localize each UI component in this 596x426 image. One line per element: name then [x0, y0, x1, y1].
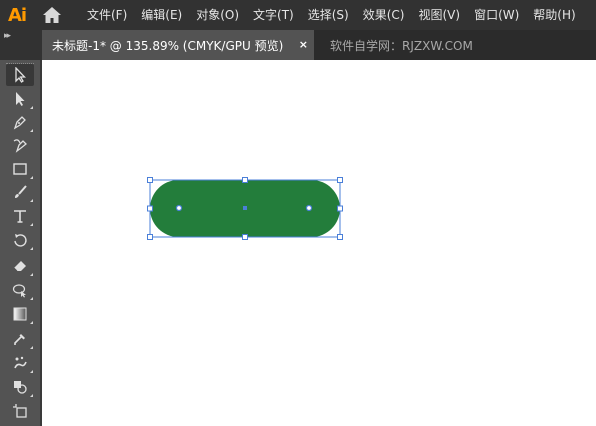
eyedropper-icon: [14, 334, 25, 345]
tool-puppet-warp[interactable]: [6, 279, 34, 301]
direct-selection-icon: [16, 92, 25, 106]
curvature-pen-icon: [13, 139, 27, 153]
rotate-icon: [14, 234, 27, 247]
menu-bar: Ai 文件(F) 编辑(E) 对象(O) 文字(T) 选择(S) 效果(C) 视…: [0, 0, 596, 30]
shape-builder-icon: [14, 381, 27, 394]
menu-type[interactable]: 文字(T): [246, 0, 301, 30]
double-chevron-right-icon: ▸▸: [4, 31, 11, 41]
tool-direct-selection[interactable]: [6, 88, 34, 110]
handle-bottom-middle[interactable]: [242, 234, 248, 240]
menu-window[interactable]: 窗口(W): [467, 0, 526, 30]
tab-active-document[interactable]: 未标题-1* @ 135.89% (CMYK/GPU 预览) ×: [42, 30, 314, 60]
symbol-sprayer-icon: [14, 356, 27, 369]
center-point: [243, 206, 247, 210]
paintbrush-icon: [15, 185, 27, 198]
tool-symbol-sprayer[interactable]: [6, 352, 34, 374]
tool-eyedropper[interactable]: [6, 328, 34, 350]
tool-paintbrush[interactable]: [6, 181, 34, 203]
pen-icon: [13, 116, 26, 130]
menu-edit[interactable]: 编辑(E): [134, 0, 189, 30]
tool-rectangle[interactable]: [6, 158, 34, 180]
artwork: [147, 177, 343, 240]
handle-top-left[interactable]: [147, 177, 153, 183]
tab-close-icon[interactable]: ×: [299, 38, 308, 51]
handle-top-middle[interactable]: [242, 177, 248, 183]
menu-effect[interactable]: 效果(C): [356, 0, 412, 30]
menu-file[interactable]: 文件(F): [80, 0, 134, 30]
handle-middle-left[interactable]: [147, 205, 153, 212]
artboard-canvas[interactable]: [42, 60, 596, 426]
eraser-icon: [13, 261, 26, 272]
rectangle-icon: [13, 163, 27, 175]
tab-other-document[interactable]: 软件自学网：RJZXW.COM: [314, 30, 473, 60]
selection-arrow-icon: [15, 67, 27, 83]
tool-eraser[interactable]: [6, 255, 34, 277]
home-button[interactable]: [34, 0, 70, 30]
tool-shape-builder[interactable]: [6, 376, 34, 398]
menu-help[interactable]: 帮助(H): [526, 0, 582, 30]
puppet-warp-icon: [12, 284, 26, 298]
home-icon: [43, 7, 61, 23]
tool-pen[interactable]: [6, 111, 34, 133]
handle-middle-right[interactable]: [337, 205, 343, 212]
type-icon: [14, 210, 26, 223]
tools-panel: [0, 60, 42, 426]
menu-object[interactable]: 对象(O): [189, 0, 246, 30]
tool-rotate[interactable]: [6, 229, 34, 251]
tool-curvature[interactable]: [6, 134, 34, 156]
menu-select[interactable]: 选择(S): [301, 0, 356, 30]
tool-artboard[interactable]: [6, 400, 34, 422]
live-corner-widget-right[interactable]: [305, 204, 313, 212]
live-corner-widget-left[interactable]: [175, 204, 183, 212]
document-tab-bar: ▸▸ 未标题-1* @ 135.89% (CMYK/GPU 预览) × 软件自学…: [0, 30, 596, 60]
tab-title: 未标题-1* @ 135.89% (CMYK/GPU 预览): [52, 38, 284, 53]
handle-top-right[interactable]: [337, 177, 343, 183]
tool-gradient[interactable]: [6, 303, 34, 325]
gradient-icon: [13, 307, 27, 321]
handle-bottom-right[interactable]: [337, 234, 343, 240]
handle-bottom-left[interactable]: [147, 234, 153, 240]
panel-collapse-button[interactable]: ▸▸: [0, 30, 42, 60]
app-logo: Ai: [7, 4, 27, 26]
tool-type[interactable]: [6, 205, 34, 227]
tool-selection[interactable]: [6, 64, 34, 86]
menu-view[interactable]: 视图(V): [411, 0, 467, 30]
artboard-icon: [13, 404, 27, 418]
